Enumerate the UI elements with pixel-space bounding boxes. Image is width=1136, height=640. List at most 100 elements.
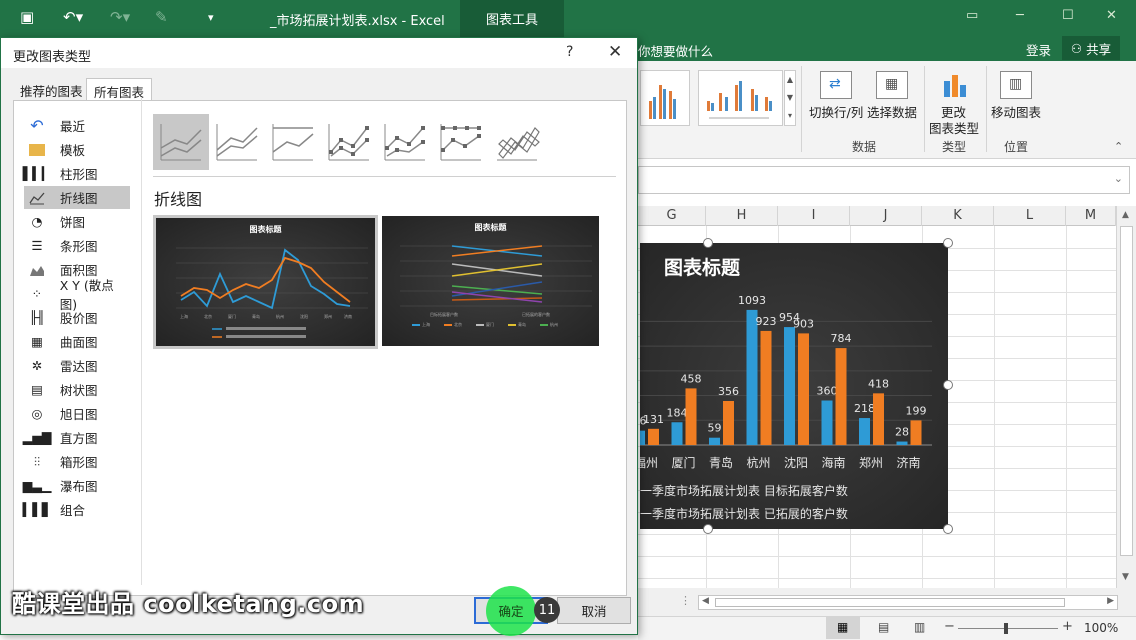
bar-target-0[interactable] [640,430,645,445]
bar-target-5[interactable] [821,400,833,445]
bar-target-3[interactable] [746,309,758,445]
chart-area[interactable]: 图表标题 16131福州184458厦门59356青岛1093923杭州9549… [640,243,948,529]
bar-achieved-4[interactable] [798,333,809,445]
expand-formula-icon[interactable]: ⌄ [1114,172,1123,185]
bar-target-1[interactable] [671,422,683,445]
switch-row-col-button[interactable]: 切换行/列 [809,102,863,121]
maximize-icon[interactable]: ☐ [1062,8,1074,23]
category-stock[interactable]: ╟╢ 股价图 [24,306,130,329]
format-painter-icon[interactable]: ✎ [155,8,168,26]
zoom-in-icon[interactable]: + [1062,619,1073,634]
scroll-right-icon[interactable]: ▶ [1107,596,1114,606]
move-chart-button[interactable]: 移动图表 [991,102,1041,121]
vertical-scroll-thumb[interactable] [1120,226,1133,556]
bar-target-2[interactable] [709,437,720,445]
bar-achieved-6[interactable] [873,393,884,445]
column-header-l[interactable]: L [994,206,1066,226]
zoom-out-icon[interactable]: − [944,619,955,634]
preview-line-by-category[interactable]: 图表标题 上海 北京 厦门 青岛 杭州 沈阳 郑州 济南 [153,215,378,349]
subtype-100-stacked-line-markers[interactable] [433,114,489,170]
subtype-3d-line[interactable] [489,114,545,170]
legend-entry-1[interactable]: 一季度市场拓展计划表 目标拓展客户数 [640,482,848,499]
category-column[interactable]: ▌▍▎ 柱形图 [23,162,130,185]
category-sunburst[interactable]: ◎ 旭日图 [24,402,130,425]
legend-entry-2[interactable]: 一季度市场拓展计划表 已拓展的客户数 [640,505,848,522]
column-header-k[interactable]: K [922,206,994,226]
login-link[interactable]: 登录 [1026,40,1051,59]
column-header-m[interactable]: M [1066,206,1116,226]
zoom-slider-thumb[interactable] [1004,623,1008,634]
subtype-line-markers[interactable] [321,114,377,170]
cancel-button[interactable]: 取消 [557,597,631,624]
ribbon-display-icon[interactable]: ▭ [966,8,978,23]
scroll-down-icon[interactable]: ▼ [1122,572,1129,582]
horizontal-scroll-thumb[interactable] [715,598,1065,607]
minimize-icon[interactable]: ─ [1016,8,1024,23]
share-button[interactable]: ⚇ 共享 [1062,36,1120,60]
zoom-level[interactable]: 100% [1084,621,1118,635]
save-icon[interactable]: ▣ [20,8,34,26]
page-layout-view-icon[interactable]: ▤ [878,620,889,634]
subtype-stacked-line[interactable] [209,114,265,170]
bar-achieved-0[interactable] [648,428,659,445]
category-recent[interactable]: ↶ 最近 [24,114,130,137]
bar-achieved-1[interactable] [685,388,697,445]
category-surface[interactable]: ▦ 曲面图 [24,330,130,353]
resize-handle[interactable] [703,238,713,248]
help-icon[interactable]: ? [566,44,573,60]
column-header-j[interactable]: J [850,206,922,226]
bar-target-6[interactable] [859,418,870,445]
gallery-scroll[interactable]: ▲ ▼ ▾ [784,70,796,126]
scroll-up-icon[interactable]: ▲ [1122,210,1129,220]
bar-achieved-5[interactable] [835,348,847,445]
category-treemap[interactable]: ▤ 树状图 [24,378,130,401]
category-pie[interactable]: ◔ 饼图 [24,210,130,233]
chart-style-thumb-2[interactable] [698,70,783,126]
bar-target-7[interactable] [896,441,908,445]
preview-line-by-series[interactable]: 图表标题 目标拓展客户数 已拓展的客户数 上海 北京 厦门 青岛 杭州 [382,216,599,346]
resize-handle[interactable] [943,380,953,390]
category-combo[interactable]: ▍▌▋ 组合 [23,498,130,521]
chart-style-thumb-1[interactable] [640,70,690,126]
customize-qat-icon[interactable]: ▾ [208,11,214,24]
change-chart-type-label-2[interactable]: 图表类型 [929,118,979,137]
subtype-stacked-line-markers[interactable] [377,114,433,170]
tab-recommended-charts[interactable]: 推荐的图表 [13,78,90,101]
category-waterfall[interactable]: ▆▃▁ 瀑布图 [23,474,130,497]
close-window-icon[interactable]: ✕ [1106,8,1117,23]
bar-achieved-3[interactable] [760,330,772,445]
scroll-left-icon[interactable]: ◀ [702,596,709,606]
tab-all-charts[interactable]: 所有图表 [86,78,153,101]
undo-icon[interactable]: ↶▾ [63,8,83,26]
column-header-g[interactable]: G [638,206,706,226]
category-scatter[interactable]: ⁘ X Y (散点图) [24,278,130,312]
bar-target-4[interactable] [784,327,795,445]
category-bar[interactable]: ☰ 条形图 [24,234,130,257]
subtype-line[interactable] [153,114,209,170]
tell-me-search[interactable]: 你想要做什么 [638,41,713,60]
select-data-button[interactable]: 选择数据 [867,102,917,121]
horizontal-scrollbar[interactable]: ◀ ▶ [698,595,1118,610]
redo-icon[interactable]: ↷▾ [110,8,130,26]
bar-achieved-7[interactable] [910,420,922,445]
zoom-slider[interactable] [958,628,1058,629]
normal-view-icon[interactable]: ▦ [826,617,860,639]
sheet-tab-dots[interactable]: ⋮ [680,594,691,607]
column-header-i[interactable]: I [778,206,850,226]
category-templates[interactable]: 模板 [24,138,130,161]
resize-handle[interactable] [943,524,953,534]
category-box-whisker[interactable]: ⫶⫶ 箱形图 [24,450,130,473]
category-histogram[interactable]: ▂▅▇ 直方图 [23,426,130,449]
formula-bar[interactable]: ⌄ [638,166,1130,194]
subtype-100-stacked-line[interactable] [265,114,321,170]
vertical-scrollbar[interactable]: ▲ ▼ [1116,206,1136,588]
close-icon[interactable]: ✕ [608,42,622,62]
category-radar[interactable]: ✲ 雷达图 [24,354,130,377]
category-line[interactable]: 折线图 [24,186,130,209]
bar-achieved-2[interactable] [723,400,734,445]
collapse-ribbon-icon[interactable]: ⌃ [1114,140,1123,153]
resize-handle[interactable] [943,238,953,248]
resize-handle[interactable] [703,524,713,534]
page-break-view-icon[interactable]: ▥ [914,620,925,634]
column-header-h[interactable]: H [706,206,778,226]
